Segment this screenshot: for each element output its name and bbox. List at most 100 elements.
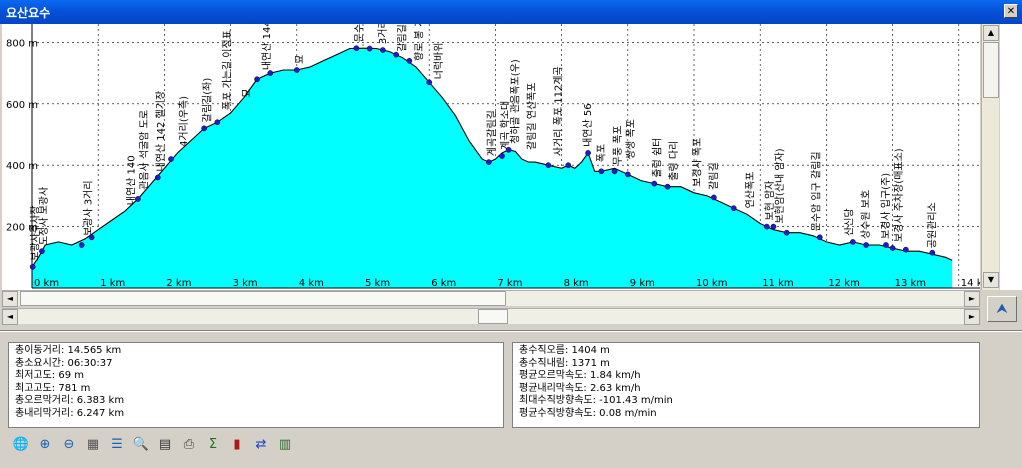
waypoint-marker-37 [883, 242, 889, 248]
stat-min-altitude: 최저고도: 69 m [15, 370, 84, 382]
globe-icon[interactable]: 🌐 [10, 434, 32, 456]
waypoint-label-9: 묘 [242, 89, 253, 98]
stat-max-vertical-speed: 최대수직방향속도: -101.43 m/min [519, 395, 673, 407]
waypoint-marker-34 [816, 234, 823, 241]
x-tick-label-13: 13 km [895, 278, 926, 289]
waypoint-label-27: 출렁 다리 [668, 141, 680, 181]
horizontal-scrollbar-top[interactable]: ◄ ► [2, 290, 980, 307]
waypoint-marker-25 [611, 168, 618, 175]
y-tick-label-1: 400 m [6, 161, 38, 172]
waypoint-marker-28 [664, 183, 671, 190]
x-tick-label-10: 10 km [696, 278, 727, 289]
waypoint-label-33: 문수암 입구 갈림길 [809, 151, 822, 231]
waypoint-marker-22 [565, 162, 572, 169]
title-bar: 요산요수 ✕ [0, 0, 1022, 24]
stat-total-time: 총소요시간: 06:30:37 [15, 357, 113, 369]
horizontal-scrollbar-bottom[interactable]: ◄ ► [2, 308, 980, 325]
waypoint-label-38: 공원관리소 [926, 202, 938, 248]
waypoint-marker-2 [78, 242, 85, 248]
stat-avg-vertical-speed: 평균수직방향속도: 0.08 m/min [519, 407, 657, 419]
waypoint-label-20: 갈림길 연산폭포 [525, 82, 538, 150]
waypoint-marker-26 [624, 171, 631, 178]
waypoint-label-19: 청하골 관음폭포(우) [508, 59, 521, 144]
document-icon[interactable]: ▤ [154, 434, 176, 456]
horizontal-scroll-thumb-top[interactable] [20, 291, 506, 306]
close-button[interactable]: ✕ [1004, 4, 1018, 18]
waypoint-marker-19 [499, 153, 505, 159]
right-panel [1000, 24, 1022, 290]
waypoint-label-5: 내연산 142 헬기장 [155, 91, 167, 172]
scroll-right-button-bottom[interactable]: ► [964, 309, 980, 325]
waypoint-label-13: 3거리(좌) [377, 24, 389, 44]
x-tick-label-3: 3 km [233, 278, 258, 289]
waypoint-label-17: 계곡갈림길 [485, 110, 498, 156]
x-tick-label-1: 1 km [100, 278, 125, 289]
waypoint-label-21: 사거리 폭포 112계곡 [552, 66, 564, 156]
x-tick-label-0: 0 km [34, 278, 59, 289]
stat-uphill-distance: 총오르막거리: 6.383 km [15, 395, 125, 407]
waypoint-marker-31 [763, 223, 770, 230]
waypoint-label-34: 산신당 [844, 208, 856, 236]
waypoint-label-10: 내연산 144 갈림길 [260, 24, 273, 70]
stats-left-panel: 총이동거리: 14.565 km 총소요시간: 06:30:37 최저고도: 6… [8, 342, 504, 428]
waypoint-marker-4 [135, 196, 141, 202]
waypoint-marker-9 [254, 76, 260, 83]
waypoint-label-30: 연산폭포 [744, 172, 756, 209]
vertical-scroll-thumb[interactable] [983, 42, 999, 98]
waypoint-marker-38 [889, 245, 896, 251]
scroll-left-button-top[interactable]: ◄ [2, 291, 18, 307]
waypoint-marker-1 [39, 248, 45, 255]
export-icon[interactable]: ▥ [274, 434, 296, 456]
scroll-up-button[interactable]: ▲ [983, 25, 999, 41]
stat-total-ascent: 총수직오름: 1404 m [519, 345, 610, 356]
waypoint-marker-13 [366, 45, 373, 52]
waypoint-label-16: 너럭바위 [432, 43, 445, 80]
x-tick-label-9: 9 km [630, 278, 655, 289]
y-tick-label-3: 800 m [6, 38, 38, 49]
list-icon[interactable]: ☰ [106, 434, 128, 456]
collapse-panel-button[interactable]: ⮝ [987, 296, 1017, 322]
print-icon[interactable]: ⎙ [178, 434, 200, 456]
waypoint-marker-16 [406, 57, 413, 64]
horizontal-scroll-thumb-bottom[interactable] [478, 309, 508, 324]
waypoint-marker-21 [545, 162, 552, 169]
grid-icon[interactable]: ▦ [82, 434, 104, 456]
waypoint-label-8: 폭포 가는길 이정표 [220, 30, 233, 110]
zoom-in-icon[interactable]: ⊕ [34, 434, 56, 456]
waypoint-label-35: 상수원 보호 [860, 190, 872, 239]
stat-downhill-distance: 총내리막거리: 6.247 km [15, 407, 125, 419]
x-tick-label-14: 14 kr [961, 278, 980, 289]
waypoint-marker-12 [353, 45, 360, 52]
waypoint-marker-36 [863, 242, 869, 248]
scroll-left-button-bottom[interactable]: ◄ [2, 309, 18, 325]
window-title: 요산요수 [6, 6, 51, 20]
waypoint-label-14: 갈림길 삼거리(우) [396, 24, 409, 52]
scroll-right-button-top[interactable]: ► [964, 291, 980, 307]
waypoint-marker-7 [201, 125, 207, 132]
waypoint-marker-10 [267, 70, 274, 76]
search-icon[interactable]: 🔍 [130, 434, 152, 456]
book-icon[interactable]: ▮ [226, 434, 248, 456]
elevation-chart[interactable]: 200 m400 m600 m800 m1000 m0 km1 km2 km3 … [2, 24, 980, 290]
waypoint-label-28: 보경사 폭포 [690, 138, 703, 187]
sigma-icon[interactable]: Σ [202, 434, 224, 456]
waypoint-marker-3 [88, 234, 95, 241]
waypoint-label-15: 향로 봉 가는 길 [412, 24, 425, 61]
stat-total-descent: 총수직내림: 1371 m [519, 357, 610, 369]
waypoint-label-2: 보광사 3거리 [82, 180, 94, 236]
y-tick-label-2: 600 m [6, 100, 38, 111]
waypoint-label-23: 폭포 [595, 144, 607, 162]
x-tick-label-12: 12 km [828, 278, 859, 289]
elevation-profile-svg: 200 m400 m600 m800 m1000 m0 km1 km2 km3 … [6, 24, 980, 289]
x-tick-label-6: 6 km [431, 278, 456, 289]
vertical-scrollbar[interactable]: ▲ ▼ [981, 24, 999, 290]
waypoint-marker-33 [783, 229, 790, 236]
stat-max-altitude: 최고고도: 781 m [15, 382, 91, 394]
swap-icon[interactable]: ⇄ [250, 434, 272, 456]
scroll-down-button[interactable]: ▼ [983, 272, 999, 288]
waypoint-marker-40 [929, 249, 936, 256]
waypoint-marker-5 [154, 174, 161, 181]
waypoint-label-25: 쌍생 폭포 [625, 119, 637, 159]
stat-total-distance: 총이동거리: 14.565 km [15, 345, 122, 356]
zoom-out-icon[interactable]: ⊖ [58, 434, 80, 456]
